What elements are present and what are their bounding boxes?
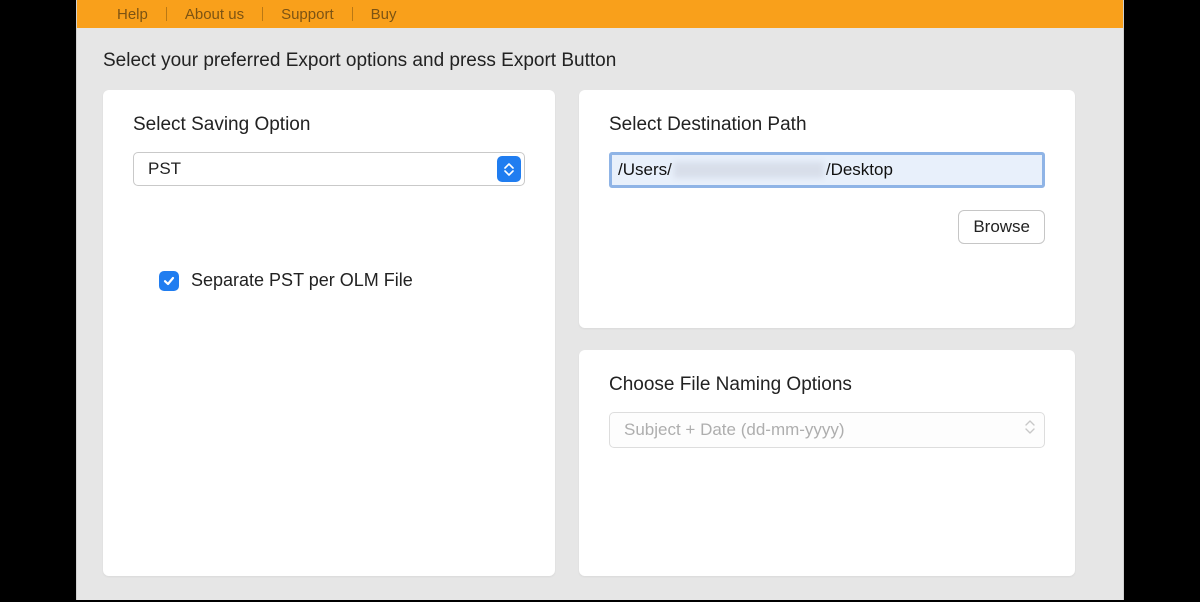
separate-pst-checkbox[interactable] [159,271,179,291]
checkmark-icon [162,274,176,288]
select-stepper-icon [497,156,521,182]
app-window: Help About us Support Buy Select your pr… [76,0,1124,600]
destination-path-card: Select Destination Path /Users/ /Desktop… [579,90,1075,328]
destination-path-suffix: /Desktop [826,160,893,180]
file-naming-select-value: Subject + Date (dd-mm-yyyy) [609,412,1045,448]
saving-option-select-value: PST [133,152,525,186]
menu-buy[interactable]: Buy [353,0,415,28]
separate-pst-label: Separate PST per OLM File [191,270,413,291]
saving-option-card: Select Saving Option PST Separate PST pe [103,90,555,576]
menu-support[interactable]: Support [263,0,352,28]
menu-help[interactable]: Help [99,0,166,28]
destination-path-title: Select Destination Path [579,90,1075,152]
file-naming-select[interactable]: Subject + Date (dd-mm-yyyy) [609,412,1045,448]
file-naming-card: Choose File Naming Options Subject + Dat… [579,350,1075,576]
saving-option-select[interactable]: PST [133,152,525,186]
menubar: Help About us Support Buy [77,0,1123,28]
select-stepper-icon [1025,420,1035,434]
browse-button[interactable]: Browse [958,210,1045,244]
destination-path-prefix: /Users/ [618,160,672,180]
instructions-text: Select your preferred Export options and… [77,28,1123,90]
saving-option-title: Select Saving Option [103,90,555,152]
menu-about-us[interactable]: About us [167,0,262,28]
separate-pst-row[interactable]: Separate PST per OLM File [159,270,555,291]
file-naming-title: Choose File Naming Options [579,350,1075,412]
destination-path-field[interactable]: /Users/ /Desktop [609,152,1045,188]
destination-path-redacted [674,162,824,178]
panels: Select Saving Option PST Separate PST pe [77,90,1123,602]
